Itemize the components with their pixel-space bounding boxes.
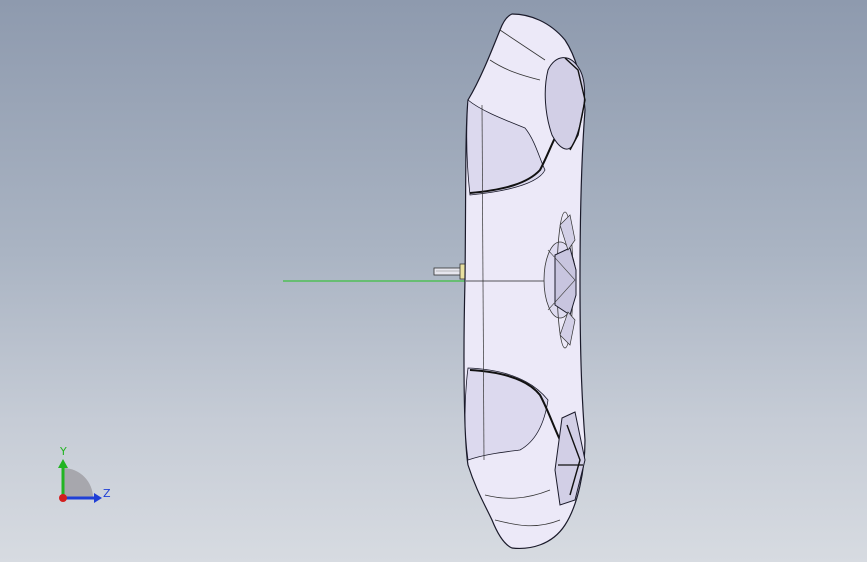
cad-viewport[interactable]: Y Z bbox=[0, 0, 867, 562]
triad-y-arrow bbox=[58, 459, 68, 468]
cad-part-body[interactable] bbox=[463, 13, 586, 549]
pin-fastener[interactable] bbox=[433, 263, 469, 280]
triad-x-origin bbox=[59, 494, 67, 502]
triad-z-label: Z bbox=[103, 487, 111, 500]
coordinate-triad: Y Z bbox=[58, 445, 111, 503]
triad-quadrant bbox=[63, 468, 93, 498]
triad-z-arrow bbox=[94, 493, 102, 503]
triad-y-label: Y bbox=[59, 445, 67, 458]
